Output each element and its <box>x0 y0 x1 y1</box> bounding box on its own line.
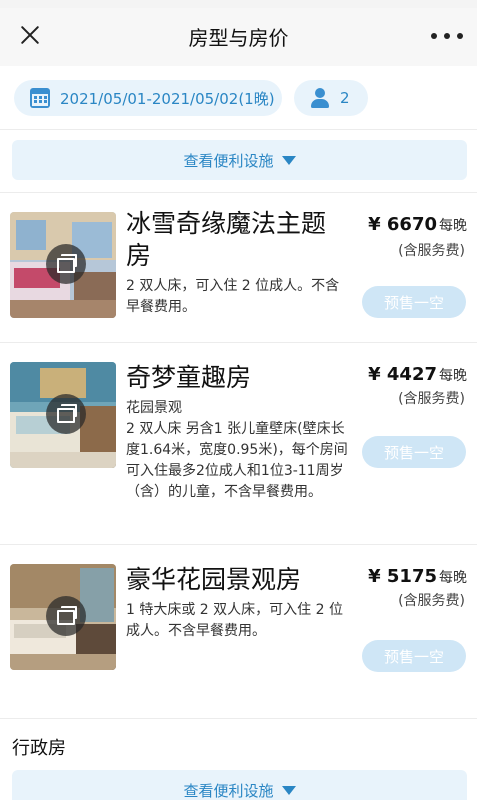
view-amenities-button[interactable]: 查看便利设施 <box>12 140 467 180</box>
room-name: 奇梦童趣房 <box>126 363 252 392</box>
caret-down-icon <box>281 785 296 795</box>
guest-count-text: 2 <box>340 89 350 107</box>
sold-out-button[interactable]: 预售一空 <box>362 640 466 672</box>
price-unit: 每晚 <box>439 570 467 586</box>
divider <box>0 342 477 343</box>
sold-out-button[interactable]: 预售一空 <box>362 436 466 468</box>
room-price: ¥ 6670 每晚 <box>337 214 467 235</box>
price-note: (含服务费) <box>398 593 465 609</box>
gallery-icon[interactable] <box>46 244 86 284</box>
filter-bar: 2021/05/01-2021/05/02(1晚) 2 <box>0 66 477 130</box>
view-amenities-button[interactable]: 查看便利设施 <box>12 770 467 800</box>
nav-header: 房型与房价 <box>0 8 477 66</box>
price-note: (含服务费) <box>398 243 465 259</box>
view-amenities-label: 查看便利设施 <box>183 151 274 170</box>
date-range-selector[interactable]: 2021/05/01-2021/05/02(1晚) <box>14 80 282 116</box>
room-description: 花园景观 2 双人床 另含1 张儿童壁床(壁床长度1.64米，宽度0.95米)，… <box>126 400 348 500</box>
room-name: 冰雪奇缘魔法主题房 <box>126 209 327 270</box>
calendar-icon <box>30 88 50 108</box>
page-title: 房型与房价 <box>188 26 289 50</box>
room-photo[interactable] <box>10 564 116 670</box>
sold-out-button[interactable]: 预售一空 <box>362 286 466 318</box>
room-price: ¥ 4427 每晚 <box>337 364 467 385</box>
date-range-text: 2021/05/01-2021/05/02(1晚) <box>60 89 275 108</box>
divider <box>0 192 477 193</box>
room-photo[interactable] <box>10 212 116 318</box>
room-description: 2 双人床，可入住 2 位成人。不含早餐费用。 <box>126 278 340 315</box>
divider <box>0 718 477 719</box>
price-amount: ¥ 6670 <box>368 214 437 235</box>
price-amount: ¥ 5175 <box>368 566 437 587</box>
price-amount: ¥ 4427 <box>368 364 437 385</box>
gallery-icon[interactable] <box>46 394 86 434</box>
section-title: 行政房 <box>12 738 66 759</box>
room-description: 1 特大床或 2 双人床，可入住 2 位成人。不含早餐费用。 <box>126 602 343 639</box>
divider <box>0 544 477 545</box>
room-name: 豪华花园景观房 <box>126 565 302 594</box>
status-bar <box>0 0 477 8</box>
room-photo[interactable] <box>10 362 116 468</box>
gallery-icon[interactable] <box>46 596 86 636</box>
view-amenities-label: 查看便利设施 <box>183 781 274 800</box>
caret-down-icon <box>281 155 296 165</box>
price-note: (含服务费) <box>398 391 465 407</box>
price-unit: 每晚 <box>439 368 467 384</box>
guest-count-selector[interactable]: 2 <box>294 80 368 116</box>
room-price: ¥ 5175 每晚 <box>337 566 467 587</box>
more-options-icon[interactable] <box>431 24 463 48</box>
person-icon <box>310 88 330 108</box>
price-unit: 每晚 <box>439 218 467 234</box>
